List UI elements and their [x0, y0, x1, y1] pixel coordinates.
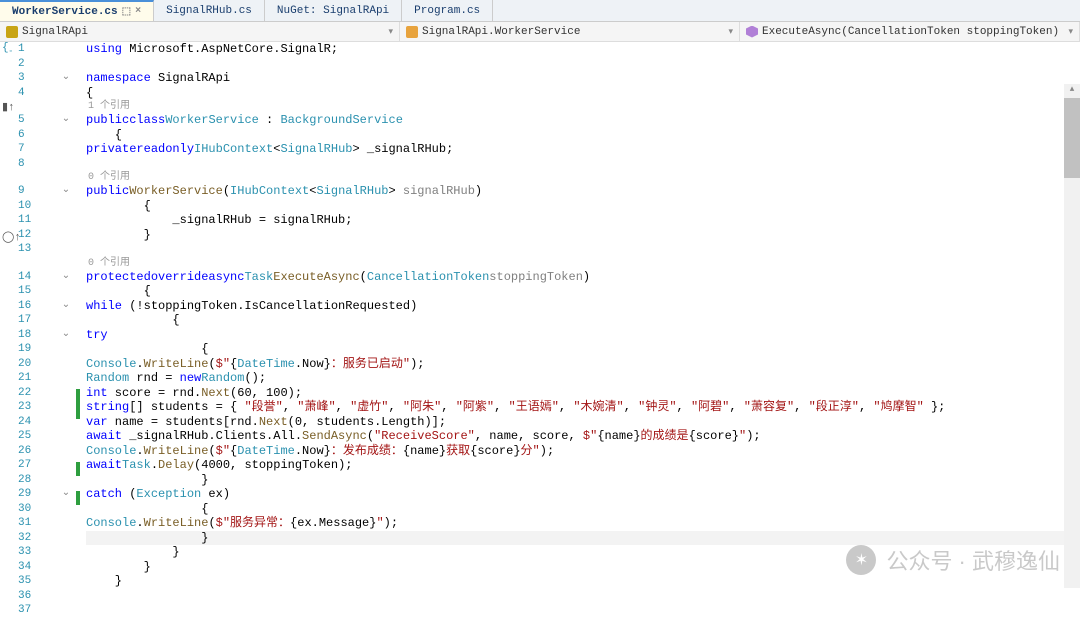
change-marker — [76, 462, 80, 476]
fold-toggle[interactable]: ⌄ — [60, 113, 72, 128]
codelens-references[interactable]: 0 个引用 — [88, 257, 130, 270]
code-editor[interactable]: {▫ ▮↑ ◯↑ 1 2 3 4 5 6 7 8 9 10 11 12 13 1… — [0, 42, 1080, 588]
method-icon — [746, 26, 758, 38]
fold-toggle[interactable]: ⌄ — [60, 487, 72, 502]
scroll-up-icon[interactable]: ▴ — [1064, 84, 1080, 94]
tab-program[interactable]: Program.cs — [402, 0, 493, 21]
nav-project-label: SignalRApi — [22, 26, 88, 38]
fold-gutter: ⌄ ⌄ ⌄ ⌄ ⌄ ⌄ ⌄ — [60, 42, 76, 588]
class-icon — [406, 26, 418, 38]
nav-project-dropdown[interactable]: SignalRApi ▾ — [0, 22, 400, 41]
navigation-bar: SignalRApi ▾ SignalRApi.WorkerService ▾ Ex… — [0, 22, 1080, 42]
fold-toggle[interactable]: ⌄ — [60, 71, 72, 86]
tab-label: NuGet: SignalRApi — [277, 5, 389, 17]
line-number-gutter: 1 2 3 4 5 6 7 8 9 10 11 12 13 14 15 16 1… — [18, 42, 60, 588]
nav-class-dropdown[interactable]: SignalRApi.WorkerService ▾ — [400, 22, 740, 41]
close-icon[interactable]: × — [135, 6, 141, 17]
fold-toggle[interactable]: ⌄ — [60, 270, 72, 285]
chevron-down-icon: ▾ — [728, 27, 733, 37]
document-tabs: WorkerService.cs ⬚ × SignalRHub.cs NuGet: … — [0, 0, 1080, 22]
codelens-references[interactable]: 0 个引用 — [88, 171, 130, 184]
change-marker — [76, 389, 80, 419]
chevron-down-icon: ▾ — [388, 27, 393, 37]
codelens-references[interactable]: 1 个引用 — [88, 100, 130, 113]
fold-toggle[interactable]: ⌄ — [60, 328, 72, 343]
scroll-thumb[interactable] — [1064, 98, 1080, 178]
watermark: ✶ 公众号 · 武穆逸仙 — [846, 544, 1060, 576]
pin-icon[interactable]: ⬚ — [122, 6, 131, 18]
fold-toggle[interactable]: ⌄ — [60, 184, 72, 199]
tab-workerservice[interactable]: WorkerService.cs ⬚ × — [0, 0, 154, 21]
chevron-down-icon: ▾ — [1068, 27, 1073, 37]
change-margin — [76, 42, 82, 588]
wechat-icon: ✶ — [846, 545, 876, 575]
vertical-scrollbar[interactable]: ▴ — [1064, 84, 1080, 588]
tab-label: Program.cs — [414, 5, 480, 17]
tab-label: SignalRHub.cs — [166, 5, 252, 17]
csharp-icon — [6, 26, 18, 38]
line-number: 1 — [18, 42, 54, 57]
nav-member-label: ExecuteAsync(CancellationToken stoppingT… — [762, 26, 1059, 38]
tab-label: WorkerService.cs — [12, 6, 118, 18]
nav-class-label: SignalRApi.WorkerService — [422, 26, 580, 38]
watermark-text: 公众号 · 武穆逸仙 — [886, 544, 1060, 576]
nav-member-dropdown[interactable]: ExecuteAsync(CancellationToken stoppingT… — [740, 22, 1080, 41]
indicator-margin: {▫ ▮↑ ◯↑ — [0, 42, 18, 588]
track-changes-icon: ▮↑ — [2, 100, 15, 114]
code-content[interactable]: using Microsoft.AspNetCore.SignalR; name… — [82, 42, 1080, 588]
tab-signalrhub[interactable]: SignalRHub.cs — [154, 0, 265, 21]
outline-glyph: {▫ — [2, 42, 13, 56]
breakpoint-margin-icon: ◯↑ — [2, 230, 21, 244]
change-marker — [76, 491, 80, 505]
fold-toggle[interactable]: ⌄ — [60, 299, 72, 314]
tab-nuget[interactable]: NuGet: SignalRApi — [265, 0, 402, 21]
